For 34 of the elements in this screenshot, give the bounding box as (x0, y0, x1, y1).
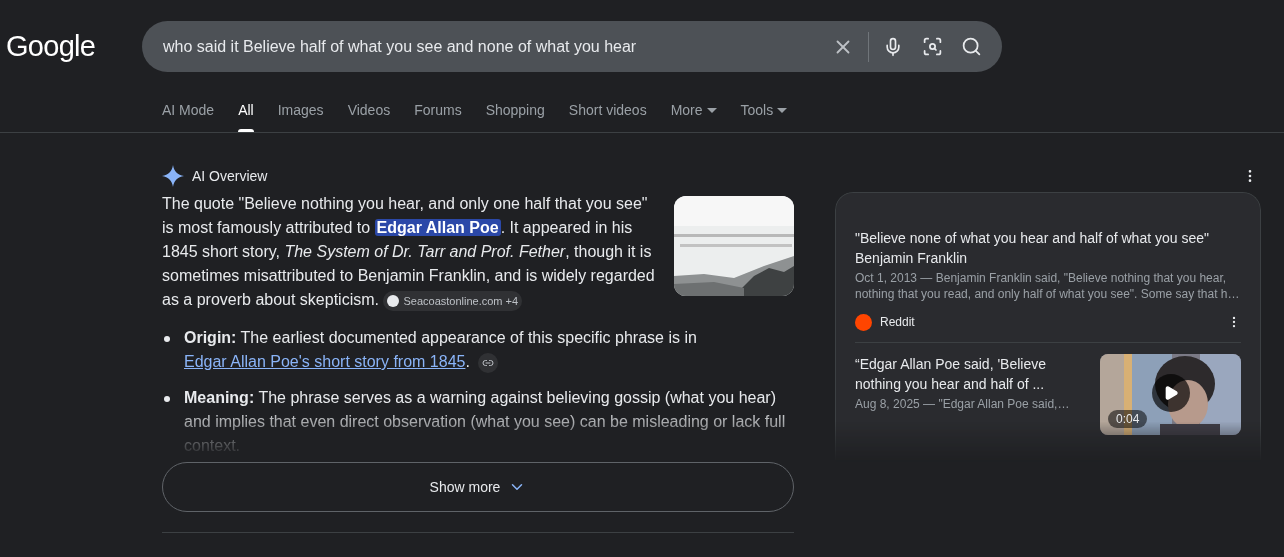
search-tab[interactable]: Tools (740, 88, 788, 132)
search-tab[interactable]: Videos (347, 88, 391, 132)
bullet-icon (164, 336, 170, 342)
source-favicon-icon (387, 294, 400, 307)
search-tab[interactable]: Forums (414, 88, 462, 132)
result-source: Reddit (880, 314, 916, 331)
play-icon[interactable] (1152, 374, 1190, 412)
search-tab[interactable]: All (238, 88, 254, 132)
search-icon[interactable] (961, 36, 982, 57)
microphone-icon[interactable] (883, 36, 903, 57)
reddit-logo-icon (855, 313, 872, 331)
section-title: AI Overview (192, 166, 268, 186)
bullet-icon (164, 396, 170, 402)
search-field[interactable]: who said it Believe half of what you see and none of what you hear (142, 21, 1002, 72)
search-tab[interactable]: Short videos (568, 88, 647, 132)
camera-search-icon[interactable] (922, 36, 943, 57)
result-snippet: Aug 8, 2025 — "Edgar Allan Poe said,… (855, 396, 1071, 412)
video-duration: 0:04 (1108, 410, 1148, 428)
result-snippet: Oct 1, 2013 — Benjamin Franklin said, "Believe nothing that you hear, nothing that you read, and only half of what you see". Some say that h… (855, 270, 1241, 302)
result-title[interactable]: “Edgar Allan Poe said, 'Believe nothing you hear and half of ... (855, 354, 1090, 394)
source-link[interactable]: Edgar Allan Poe's short story from 1845 (184, 353, 466, 370)
search-tab[interactable]: AI Mode (162, 88, 215, 132)
source-chip[interactable]: Seacoastonline.com +4 (383, 290, 523, 311)
show-more-button[interactable]: Show more (162, 462, 794, 512)
overview-paragraph: The quote "Believe nothing you hear, and only one half that you see" is most famously attributed to Edgar Allan Poe. It appeared in his 1845 short story, The System of Dr. Tarr and Prof. Fether, though it is sometimes misattributed to Benjamin Franklin, and is widely regarded as a proverb about skepticism. Seacoastonline.com +4 (162, 192, 656, 312)
search-tab[interactable]: Shopping (485, 88, 545, 132)
bullet-text: Origin: The earliest documented appearance of this specific phrase is in Edgar Allan Poe's short story from 1845. (184, 326, 792, 374)
search-tab[interactable]: More (670, 88, 717, 132)
search-input[interactable]: who said it Believe half of what you see and none of what you hear (163, 34, 832, 59)
sparkle-icon (162, 165, 184, 187)
link-chip[interactable] (477, 352, 498, 373)
result-title[interactable]: "Believe none of what you hear and half of what you see" Benjamin Franklin (855, 228, 1225, 268)
search-tab[interactable]: Images (277, 88, 324, 132)
logo[interactable]: Google (0, 32, 142, 61)
